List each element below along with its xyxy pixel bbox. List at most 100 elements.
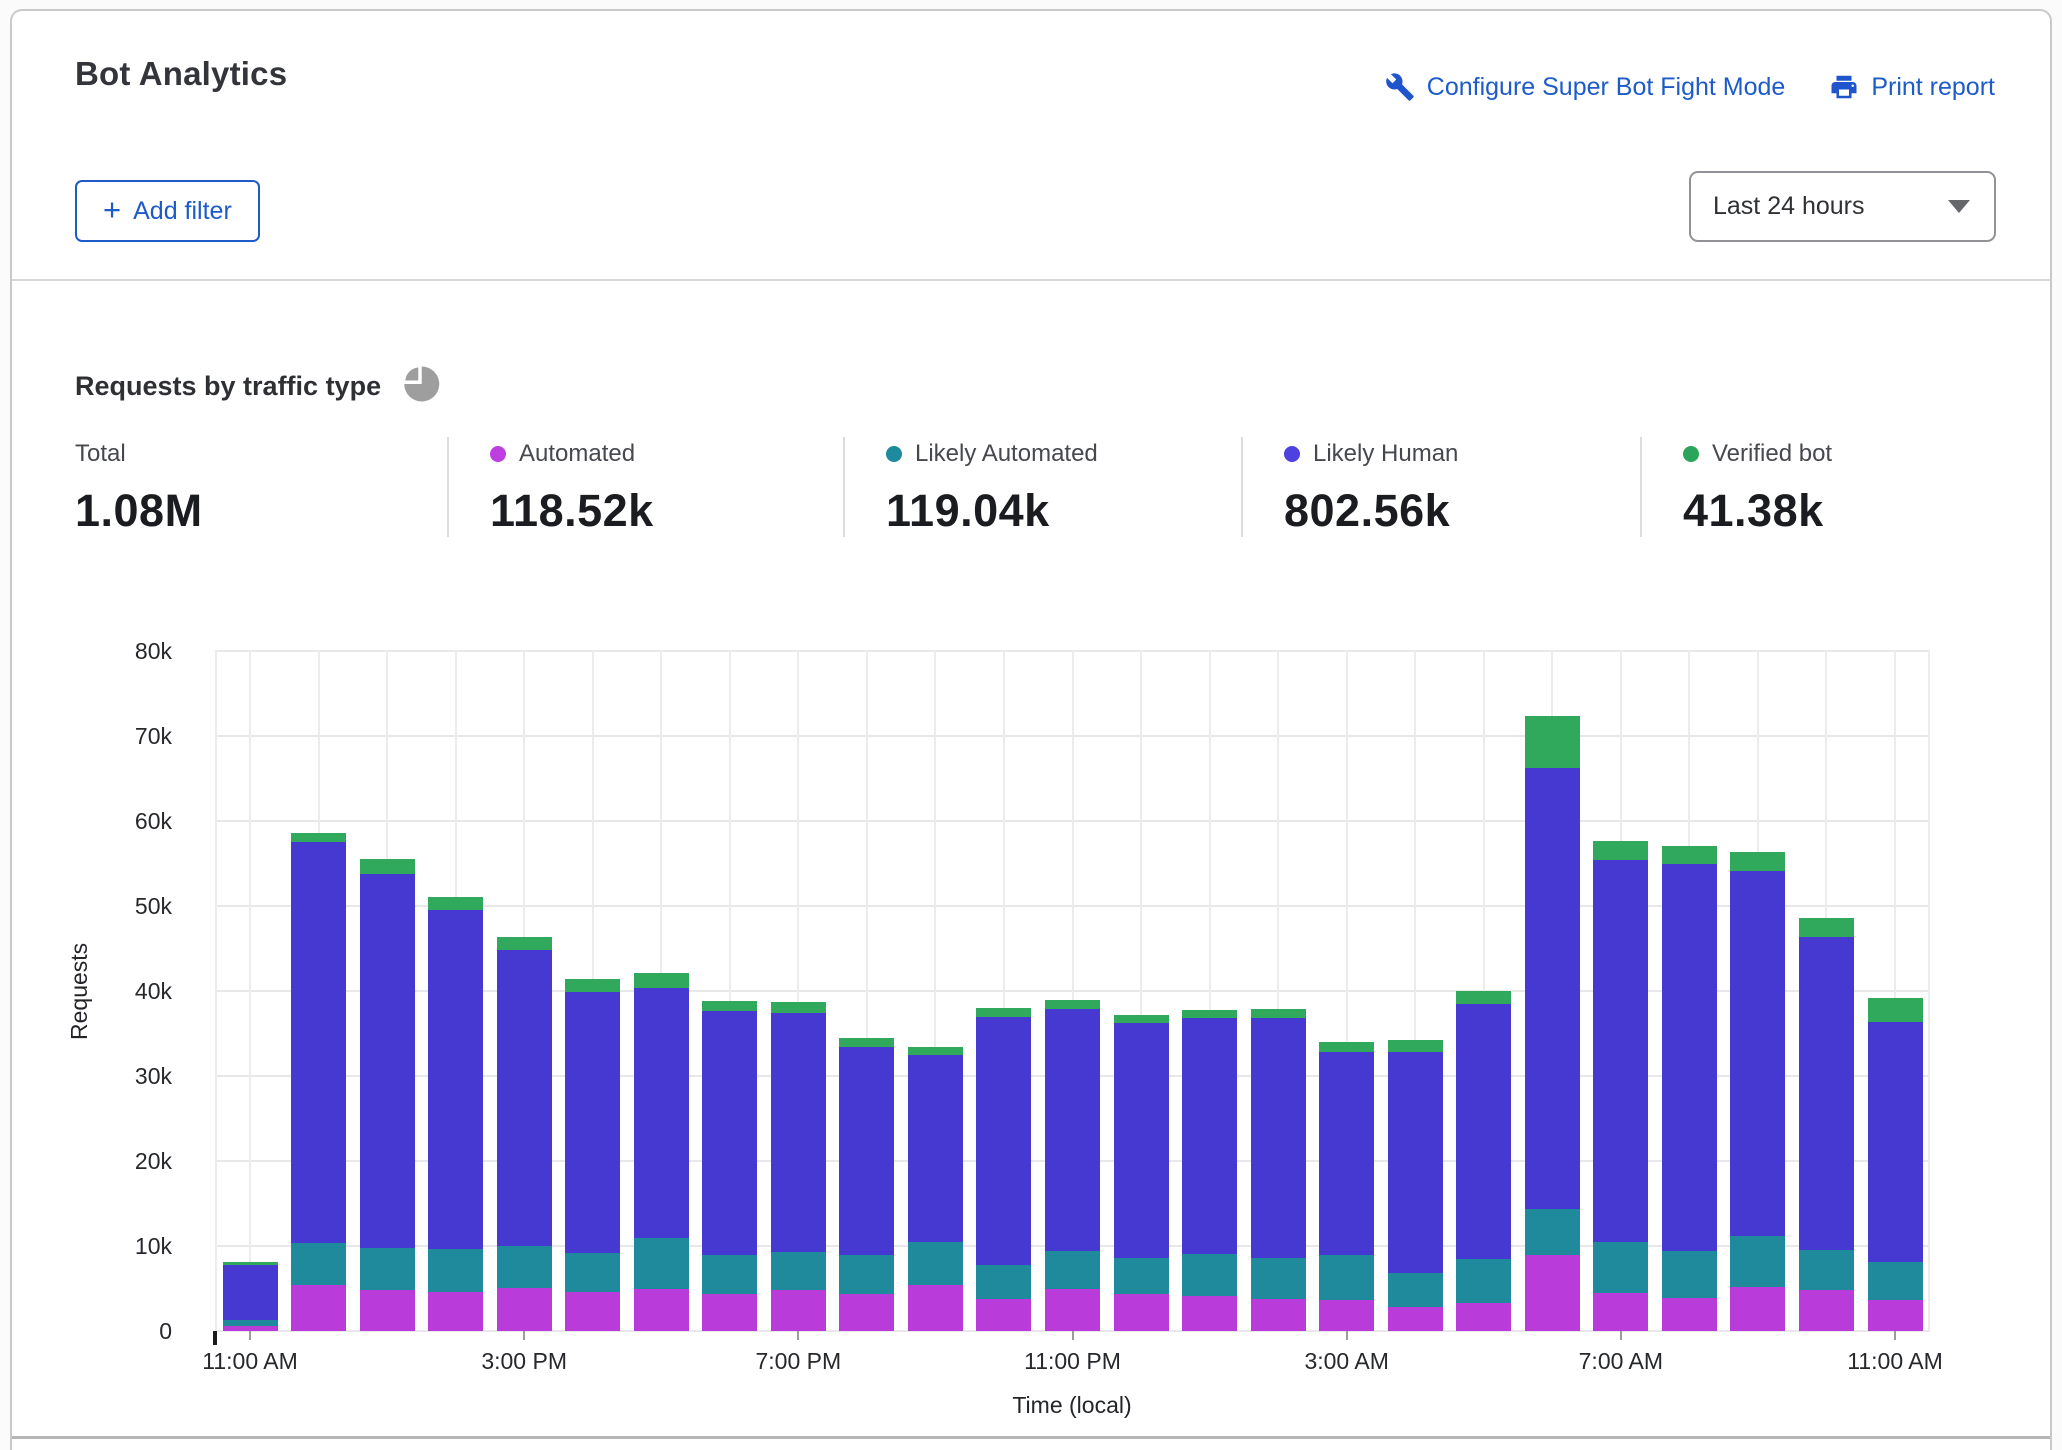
x-axis-title: Time (local): [1012, 1392, 1131, 1419]
x-tick-mark: [1072, 1331, 1074, 1340]
bar-segment-likely-automated: [223, 1320, 278, 1326]
printer-icon: [1829, 72, 1859, 102]
add-filter-label: Add filter: [133, 197, 232, 226]
bar-segment-likely-human: [1182, 1018, 1237, 1253]
add-filter-button[interactable]: + Add filter: [75, 180, 260, 242]
x-tick-mark: [523, 1331, 525, 1340]
y-tick-label: 80k: [52, 636, 172, 666]
bar-segment-verified-bot: [428, 897, 483, 911]
configure-super-bot-fight-mode-link[interactable]: Configure Super Bot Fight Mode: [1385, 72, 1786, 102]
bar-segment-likely-human: [291, 842, 346, 1242]
configure-link-label: Configure Super Bot Fight Mode: [1427, 73, 1786, 102]
bar-segment-likely-automated: [291, 1243, 346, 1286]
bar-segment-automated: [565, 1292, 620, 1331]
bar-segment-likely-automated: [976, 1265, 1031, 1299]
bar-segment-likely-automated: [1730, 1236, 1785, 1287]
bar-segment-likely-automated: [1388, 1273, 1443, 1307]
bar-segment-automated: [839, 1294, 894, 1331]
bar-segment-likely-human: [1868, 1022, 1923, 1262]
axis-origin-tick: [213, 1331, 217, 1345]
bar-segment-verified-bot: [565, 979, 620, 992]
bar-segment-verified-bot: [1114, 1015, 1169, 1024]
bar-segment-verified-bot: [1319, 1042, 1374, 1052]
bar-segment-automated: [1868, 1300, 1923, 1331]
bar-segment-likely-human: [634, 988, 689, 1238]
bar-segment-likely-automated: [702, 1255, 757, 1294]
bar-segment-likely-automated: [360, 1248, 415, 1291]
time-range-select[interactable]: Last 24 hours: [1689, 171, 1996, 242]
bar-segment-likely-human: [702, 1011, 757, 1256]
bar-segment-likely-automated: [1319, 1255, 1374, 1299]
bar-segment-likely-human: [1799, 937, 1854, 1250]
bar-segment-likely-automated: [1182, 1254, 1237, 1297]
bar-segment-likely-automated: [497, 1246, 552, 1288]
y-tick-label: 70k: [52, 721, 172, 751]
plot-area: [215, 651, 1930, 1331]
stat-value: 119.04k: [886, 485, 1241, 537]
bar-segment-verified-bot: [223, 1262, 278, 1265]
bar-segment-verified-bot: [839, 1038, 894, 1047]
header-divider: [12, 279, 2050, 281]
bar-segment-automated: [1182, 1296, 1237, 1331]
print-report-link[interactable]: Print report: [1829, 72, 1995, 102]
bar-segment-automated: [1456, 1303, 1511, 1331]
bar-segment-likely-human: [1251, 1018, 1306, 1258]
bar-segment-likely-human: [771, 1013, 826, 1252]
gridline-v: [249, 651, 251, 1331]
bar-segment-likely-automated: [1662, 1251, 1717, 1298]
bar-segment-automated: [634, 1289, 689, 1331]
bar-segment-likely-automated: [1251, 1258, 1306, 1299]
bar-segment-likely-automated: [1868, 1262, 1923, 1299]
x-tick-label: 11:00 AM: [202, 1348, 297, 1375]
y-tick-label: 50k: [52, 891, 172, 921]
x-tick-mark: [249, 1331, 251, 1340]
bar-segment-verified-bot: [634, 973, 689, 988]
bar-segment-likely-human: [1319, 1052, 1374, 1255]
bar-segment-verified-bot: [1730, 852, 1785, 871]
bar-segment-automated: [976, 1299, 1031, 1331]
time-range-value: Last 24 hours: [1713, 192, 1865, 221]
x-tick-mark: [1620, 1331, 1622, 1340]
y-tick-label: 20k: [52, 1146, 172, 1176]
bar-segment-automated: [1114, 1294, 1169, 1331]
bar-segment-automated: [1593, 1293, 1648, 1331]
bar-segment-likely-human: [976, 1017, 1031, 1265]
x-tick-mark: [1894, 1331, 1896, 1340]
bar-segment-verified-bot: [1662, 846, 1717, 865]
bar-segment-likely-automated: [908, 1242, 963, 1285]
bar-segment-likely-automated: [1799, 1250, 1854, 1290]
stat-verified-bot: Verified bot41.38k: [1640, 437, 2000, 537]
x-tick-label: 3:00 AM: [1304, 1348, 1388, 1375]
stat-automated: Automated118.52k: [447, 437, 843, 537]
bar-segment-verified-bot: [1182, 1010, 1237, 1019]
bar-segment-automated: [702, 1294, 757, 1331]
stat-label: Total: [75, 440, 126, 468]
bar-segment-automated: [1251, 1299, 1306, 1331]
x-tick-mark: [1346, 1331, 1348, 1340]
bar-segment-likely-human: [1525, 768, 1580, 1209]
y-tick-label: 40k: [52, 976, 172, 1006]
bar-segment-automated: [1662, 1298, 1717, 1331]
bar-segment-verified-bot: [1593, 841, 1648, 860]
section-title-row: Requests by traffic type: [75, 363, 441, 410]
bar-segment-verified-bot: [1045, 1000, 1100, 1009]
wrench-icon: [1385, 72, 1415, 102]
bar-segment-automated: [1799, 1290, 1854, 1331]
x-tick-label: 7:00 AM: [1579, 1348, 1663, 1375]
bar-segment-verified-bot: [908, 1047, 963, 1055]
y-tick-label: 0: [52, 1316, 172, 1346]
bar-segment-likely-human: [223, 1265, 278, 1320]
bar-segment-likely-automated: [1593, 1242, 1648, 1293]
bar-segment-automated: [1045, 1289, 1100, 1331]
bar-segment-automated: [291, 1285, 346, 1331]
bar-segment-verified-bot: [497, 937, 552, 951]
legend-dot: [1284, 446, 1300, 462]
bar-segment-likely-human: [1045, 1009, 1100, 1251]
stat-likely-automated: Likely Automated119.04k: [843, 437, 1241, 537]
stat-label: Automated: [519, 440, 635, 468]
stat-value: 1.08M: [75, 485, 447, 537]
stat-label: Verified bot: [1712, 440, 1832, 468]
legend-dot: [1683, 446, 1699, 462]
bar-segment-verified-bot: [976, 1008, 1031, 1017]
bar-segment-verified-bot: [1388, 1040, 1443, 1052]
